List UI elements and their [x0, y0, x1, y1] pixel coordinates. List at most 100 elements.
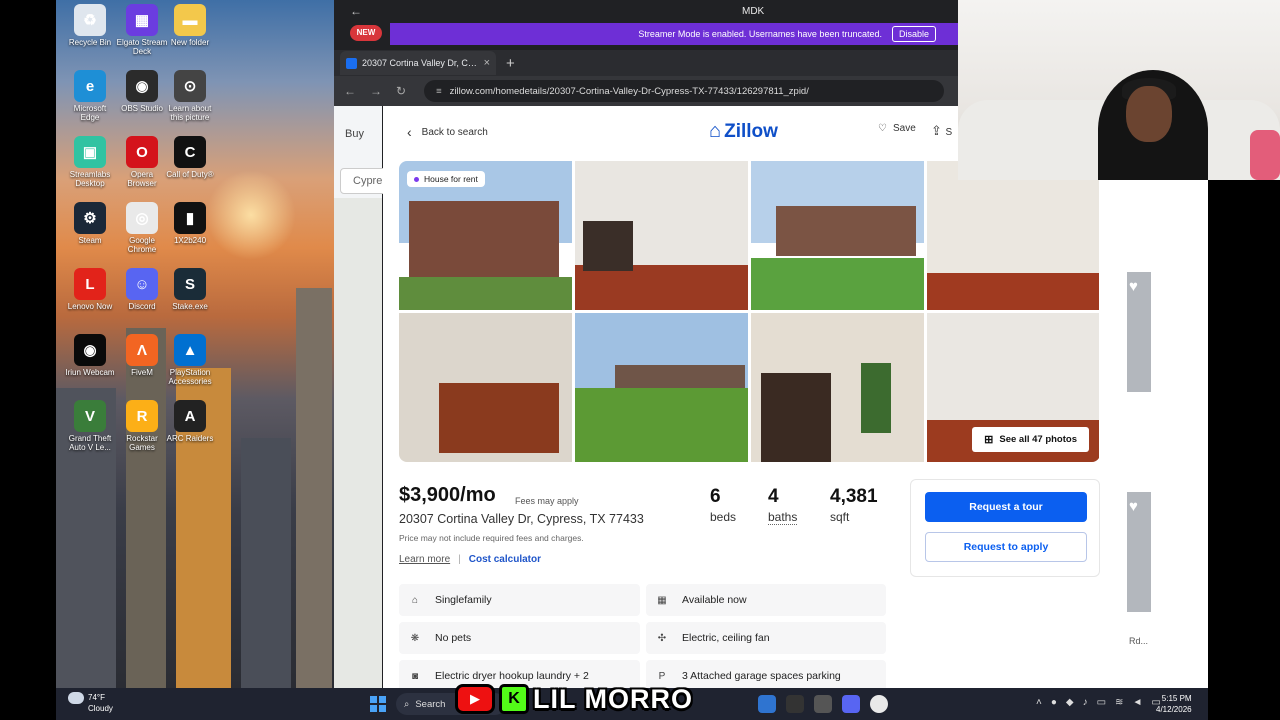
- baths-label[interactable]: baths: [768, 510, 798, 525]
- chrome-icon[interactable]: [870, 695, 888, 713]
- tray-app-icon[interactable]: ●: [1051, 697, 1057, 708]
- desktop-icon[interactable]: ▬ New folder: [164, 4, 216, 47]
- photo-staircase: [761, 373, 831, 462]
- obs-icon[interactable]: [814, 695, 832, 713]
- desktop-icon[interactable]: R Rockstar Games: [116, 400, 168, 452]
- volume-icon[interactable]: ◄: [1132, 697, 1142, 708]
- fact-text: Available now: [682, 594, 747, 606]
- desktop-icon[interactable]: ▦ Elgato Stream Deck: [116, 4, 168, 56]
- photo-exterior-angle[interactable]: [751, 161, 924, 310]
- desktop-icon[interactable]: ▣ Streamlabs Desktop: [64, 136, 116, 188]
- desktop-icon[interactable]: ◎ Google Chrome: [116, 202, 168, 254]
- desktop-app-icon: ◎: [126, 202, 158, 234]
- desktop-icon[interactable]: Λ FiveM: [116, 334, 168, 377]
- share-label: S: [945, 127, 953, 138]
- fact-text: 3 Attached garage spaces parking: [682, 670, 841, 682]
- baths-value: 4: [768, 486, 779, 507]
- desktop-icon-label: Steam: [78, 236, 102, 245]
- desktop-icon-label: Lenovo Now: [67, 302, 113, 311]
- photo-family-room[interactable]: ⊞ See all 47 photos: [927, 313, 1099, 462]
- desktop-icon[interactable]: ▲ PlayStation Accessories: [164, 334, 216, 386]
- photo-plant: [861, 363, 891, 433]
- chevron-up-icon[interactable]: ˄: [1036, 697, 1042, 708]
- new-tab-button[interactable]: +: [506, 55, 515, 72]
- desktop-icon[interactable]: O Opera Browser: [116, 136, 168, 188]
- facts-grid: ⌂ Singlefamily ▦ Available now ❋ No pets ✣ E…: [399, 584, 886, 688]
- url-field[interactable]: ≡ zillow.com/homedetails/20307-Cortina-V…: [424, 80, 945, 102]
- desktop-icon[interactable]: A ARC Raiders: [164, 400, 216, 443]
- back-to-search-link[interactable]: ‹ Back to search: [407, 124, 488, 140]
- photo-sofa: [583, 221, 633, 271]
- desktop-icon[interactable]: S Stake.exe: [164, 268, 216, 311]
- call-of-duty-icon[interactable]: [786, 695, 804, 713]
- favorite-heart-icon[interactable]: ♥: [1129, 278, 1138, 295]
- tab-zillow[interactable]: 20307 Cortina Valley Dr, Cypress ×: [340, 51, 496, 75]
- desktop-icon-label: Grand Theft Auto V Le...: [68, 434, 112, 452]
- photo-foyer-stairs[interactable]: [751, 313, 924, 462]
- request-apply-button[interactable]: Request to apply: [925, 532, 1087, 562]
- tray-app-icon[interactable]: ◆: [1066, 697, 1074, 708]
- status-dot-icon: [414, 176, 419, 182]
- desktop-icon[interactable]: ☺ Discord: [116, 268, 168, 311]
- new-badge[interactable]: NEW: [350, 25, 382, 41]
- learn-more-link[interactable]: Learn more: [399, 554, 450, 565]
- microphone-icon[interactable]: ♪: [1083, 697, 1088, 708]
- outlook-icon[interactable]: [758, 695, 776, 713]
- desktop-icon[interactable]: ◉ Iriun Webcam: [64, 334, 116, 377]
- wallpaper-sun: [206, 170, 296, 260]
- stat-baths: 4 baths: [768, 486, 798, 525]
- request-tour-button[interactable]: Request a tour: [925, 492, 1087, 522]
- desktop-app-icon: R: [126, 400, 158, 432]
- photo-exterior-front[interactable]: House for rent: [399, 161, 572, 310]
- photo-backyard[interactable]: [575, 313, 748, 462]
- clock[interactable]: 5:15 PM 4/12/2026: [1156, 693, 1192, 715]
- desktop-icon[interactable]: ▮ 1X2b240: [164, 202, 216, 245]
- chevron-left-icon: ‹: [407, 124, 412, 140]
- photo-staircase-aerial[interactable]: [399, 313, 572, 462]
- reload-icon[interactable]: ↻: [396, 84, 406, 98]
- fact-item: ❋ No pets: [399, 622, 640, 654]
- desktop-app-icon: A: [174, 400, 206, 432]
- desktop-icon[interactable]: ⚙ Steam: [64, 202, 116, 245]
- wifi-icon[interactable]: ≋: [1115, 697, 1123, 708]
- tab-strip: 20307 Cortina Valley Dr, Cypress × +: [334, 50, 958, 76]
- buy-menu[interactable]: Buy: [345, 128, 364, 140]
- photo-living-room-stairs[interactable]: [575, 161, 748, 310]
- washer-icon: ◙: [411, 670, 419, 682]
- desktop-icon-label: Discord: [128, 302, 156, 311]
- cost-calculator-link[interactable]: Cost calculator: [469, 554, 541, 565]
- desktop-icon[interactable]: L Lenovo Now: [64, 268, 116, 311]
- desktop-icon[interactable]: e Microsoft Edge: [64, 70, 116, 122]
- fact-text: Singlefamily: [435, 594, 492, 606]
- desktop-icon[interactable]: ♻ Recycle Bin: [64, 4, 116, 47]
- tab-title: 20307 Cortina Valley Dr, Cypress: [362, 58, 479, 68]
- desktop-icon[interactable]: V Grand Theft Auto V Le...: [64, 400, 116, 452]
- photo-kitchen-hall[interactable]: [927, 161, 1099, 310]
- site-info-icon[interactable]: ≡: [436, 86, 442, 97]
- desktop-icon-label: Recycle Bin: [68, 38, 112, 47]
- share-button[interactable]: ⇪ S: [931, 123, 952, 139]
- start-button-icon[interactable]: [370, 696, 386, 712]
- favorite-heart-icon[interactable]: ♥: [1129, 498, 1138, 515]
- nav-forward-icon[interactable]: →: [370, 84, 382, 98]
- desktop-icon[interactable]: C Call of Duty®: [164, 136, 216, 179]
- disable-streamer-button[interactable]: Disable: [891, 26, 936, 42]
- zillow-logo[interactable]: ⌂ Zillow: [709, 120, 778, 143]
- close-tab-icon[interactable]: ×: [484, 57, 490, 69]
- save-button[interactable]: ♡ Save: [878, 123, 916, 134]
- chat-icon[interactable]: ▭: [1097, 697, 1106, 708]
- fact-item: ⌂ Singlefamily: [399, 584, 640, 616]
- see-all-photos-button[interactable]: ⊞ See all 47 photos: [972, 427, 1089, 452]
- beds-value: 6: [710, 486, 721, 507]
- discord-icon[interactable]: [842, 695, 860, 713]
- back-arrow-icon[interactable]: ←: [350, 4, 362, 18]
- streamer-name: LIL MORRO: [533, 683, 693, 714]
- nav-back-icon[interactable]: ←: [344, 84, 356, 98]
- desktop-icon[interactable]: ⊙ Learn about this picture: [164, 70, 216, 122]
- desktop-app-icon: ▬: [174, 4, 206, 36]
- rent-price: $3,900/mo: [399, 484, 496, 506]
- desktop-icon[interactable]: ◉ OBS Studio: [116, 70, 168, 113]
- desktop-app-icon: L: [74, 268, 106, 300]
- weather-widget[interactable]: 74°F Cloudy: [68, 692, 113, 714]
- desktop-icon-label: 1X2b240: [173, 236, 207, 245]
